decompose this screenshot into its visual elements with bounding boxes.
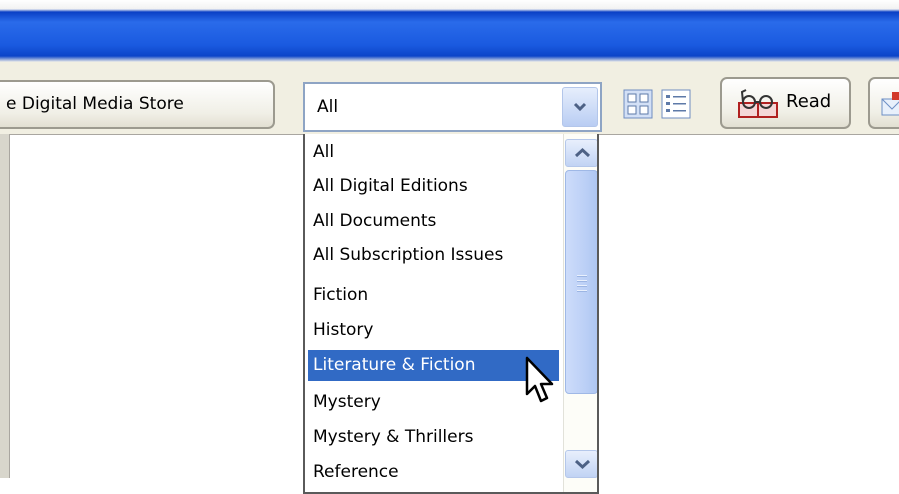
option-history[interactable]: History — [308, 315, 559, 346]
filter-dropdown-list[interactable]: All All Digital Editions All Documents A… — [303, 134, 599, 494]
option-fiction[interactable]: Fiction — [308, 280, 559, 311]
option-mystery[interactable]: Mystery — [308, 387, 559, 418]
list-view-icon[interactable] — [661, 89, 691, 119]
email-button[interactable] — [868, 77, 899, 129]
digital-media-store-button[interactable]: e Digital Media Store — [0, 80, 275, 129]
thumbnail-view-icon[interactable] — [623, 89, 653, 119]
scroll-down-button[interactable] — [565, 450, 597, 478]
left-pane-edge — [0, 134, 10, 478]
filter-combo-box[interactable]: All — [303, 82, 602, 132]
option-all[interactable]: All — [308, 137, 559, 168]
option-all-digital-editions[interactable]: All Digital Editions — [308, 171, 559, 202]
mouse-pointer-icon — [525, 356, 554, 403]
store-button-label: e Digital Media Store — [6, 94, 184, 114]
chevron-down-icon — [573, 102, 587, 112]
chevron-down-icon — [574, 459, 591, 470]
glasses-book-icon — [738, 89, 778, 118]
combo-dropdown-button[interactable] — [562, 87, 598, 127]
dropdown-scrollbar[interactable] — [563, 134, 597, 492]
option-all-documents[interactable]: All Documents — [308, 206, 559, 237]
option-all-subscription-issues[interactable]: All Subscription Issues — [308, 240, 559, 271]
read-button-label: Read — [786, 91, 832, 112]
thumb-grip — [577, 275, 587, 295]
option-literature-fiction[interactable]: Literature & Fiction — [308, 350, 559, 381]
window-title-bar[interactable] — [0, 0, 899, 62]
read-button[interactable]: Read — [720, 77, 851, 129]
email-icon — [881, 92, 899, 116]
option-reference[interactable]: Reference — [308, 457, 559, 488]
option-mystery-thrillers[interactable]: Mystery & Thrillers — [308, 422, 559, 453]
scrollbar-thumb[interactable] — [565, 170, 597, 394]
chevron-up-icon — [574, 147, 591, 158]
combo-selected-value: All — [317, 97, 339, 117]
scroll-up-button[interactable] — [565, 139, 597, 167]
